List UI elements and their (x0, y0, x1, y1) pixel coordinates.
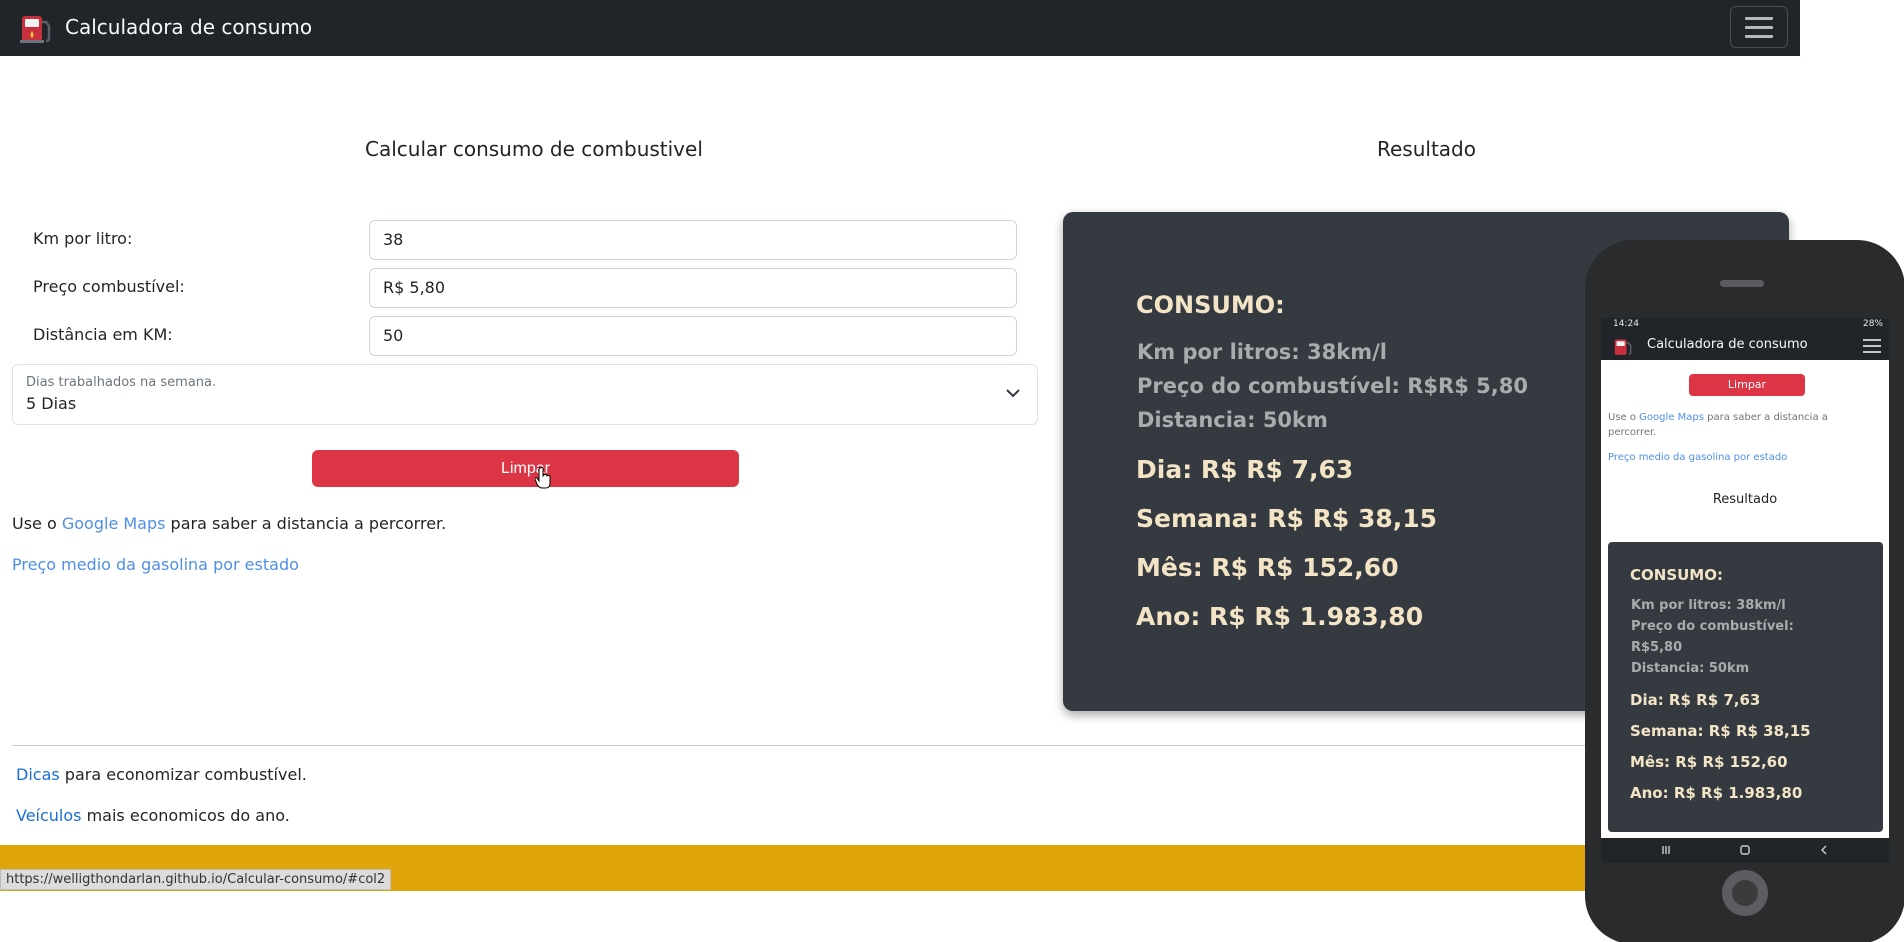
phone-semana-result: Semana: R$ R$ 38,15 (1630, 722, 1811, 740)
divider (12, 745, 1592, 746)
phone-google-maps-link: Google Maps (1639, 412, 1704, 423)
phone-preco-medio-link: Preço medio da gasolina por estado (1608, 452, 1788, 463)
phone-navbar: Calculadora de consumo (1601, 330, 1889, 360)
dias-floating-label: Dias trabalhados na semana. (26, 375, 217, 390)
phone-consumo-title: CONSUMO: (1630, 566, 1723, 584)
phone-mes-result: Mês: R$ R$ 152,60 (1630, 753, 1788, 771)
phone-ano-result: Ano: R$ R$ 1.983,80 (1630, 784, 1803, 802)
result-heading: Resultado (1377, 137, 1476, 161)
limpar-button[interactable]: Limpar (312, 450, 739, 487)
preco-result: Preço do combustível: R$R$ 5,80 (1137, 374, 1528, 398)
phone-result-card: CONSUMO: Km por litros: 38km/l Preço do … (1608, 542, 1883, 832)
dias-select[interactable]: Dias trabalhados na semana. 5 Dias (12, 364, 1038, 425)
phone-navbar-title: Calculadora de consumo (1647, 337, 1808, 352)
google-maps-link[interactable]: Google Maps (62, 514, 166, 533)
fuel-pump-icon (1614, 339, 1632, 355)
phone-resultado-heading: Resultado (1712, 492, 1778, 507)
preco-medio-link[interactable]: Preço medio da gasolina por estado (12, 555, 299, 574)
phone-preco-result-1: Preço do combustível: (1631, 619, 1794, 634)
phone-maps-text: Use o Google Maps para saber a distancia… (1608, 412, 1828, 438)
hand-cursor-icon (535, 467, 551, 489)
hamburger-menu-icon (1745, 16, 1773, 20)
hamburger-menu-button[interactable] (1730, 6, 1788, 48)
phone-screen: 14:24 28% Calculadora de consumo Limpar … (1601, 318, 1889, 863)
preco-label: Preço combustível: (33, 277, 185, 296)
phone-status-bar: 14:24 28% (1601, 318, 1889, 330)
calc-heading: Calcular consumo de combustivel (365, 137, 703, 161)
dicas-text: Dicas para economizar combustível. (16, 765, 307, 784)
back-icon (1821, 845, 1827, 855)
navbar: Calculadora de consumo (0, 0, 1800, 56)
phone-limpar-button: Limpar (1689, 374, 1805, 396)
dicas-link[interactable]: Dicas (16, 765, 60, 784)
home-icon (1740, 845, 1750, 855)
dias-selected-value: 5 Dias (26, 394, 77, 413)
phone-dia-result: Dia: R$ R$ 7,63 (1630, 691, 1761, 709)
veiculos-link[interactable]: Veículos (16, 806, 82, 825)
chevron-down-icon (1006, 389, 1020, 398)
phone-home-button (1722, 870, 1768, 916)
mes-result: Mês: R$ R$ 152,60 (1136, 553, 1399, 582)
phone-mockup: 14:24 28% Calculadora de consumo Limpar … (1585, 240, 1904, 942)
preco-input[interactable]: R$ 5,80 (369, 268, 1017, 308)
navbar-title[interactable]: Calculadora de consumo (65, 15, 312, 39)
phone-nav-bar (1601, 838, 1889, 863)
phone-preco-result-2: R$5,80 (1631, 640, 1683, 655)
recent-apps-icon (1662, 846, 1670, 854)
km-result: Km por litros: 38km/l (1137, 340, 1387, 364)
km-input[interactable]: 38 (369, 220, 1017, 260)
phone-battery: 28% (1862, 319, 1883, 329)
hamburger-menu-icon (1863, 339, 1881, 353)
status-bar-url: https://welligthondarlan.github.io/Calcu… (0, 869, 392, 890)
distancia-input[interactable]: 50 (369, 316, 1017, 356)
maps-text: Use o Google Maps para saber a distancia… (12, 514, 447, 533)
ano-result: Ano: R$ R$ 1.983,80 (1136, 602, 1424, 631)
veiculos-text: Veículos mais economicos do ano. (16, 806, 290, 825)
semana-result: Semana: R$ R$ 38,15 (1136, 504, 1438, 533)
phone-time: 14:24 (1613, 319, 1639, 329)
distancia-result: Distancia: 50km (1137, 408, 1328, 432)
phone-distancia-result: Distancia: 50km (1631, 661, 1750, 676)
fuel-pump-icon (20, 16, 51, 43)
phone-km-result: Km por litros: 38km/l (1631, 598, 1786, 613)
phone-speaker (1720, 280, 1764, 287)
distancia-label: Distância em KM: (33, 325, 173, 344)
page: Calculadora de consumo Calcular consumo … (0, 0, 1904, 942)
km-label: Km por litro: (33, 229, 133, 248)
consumo-title: CONSUMO: (1136, 291, 1285, 319)
dia-result: Dia: R$ R$ 7,63 (1136, 455, 1354, 484)
